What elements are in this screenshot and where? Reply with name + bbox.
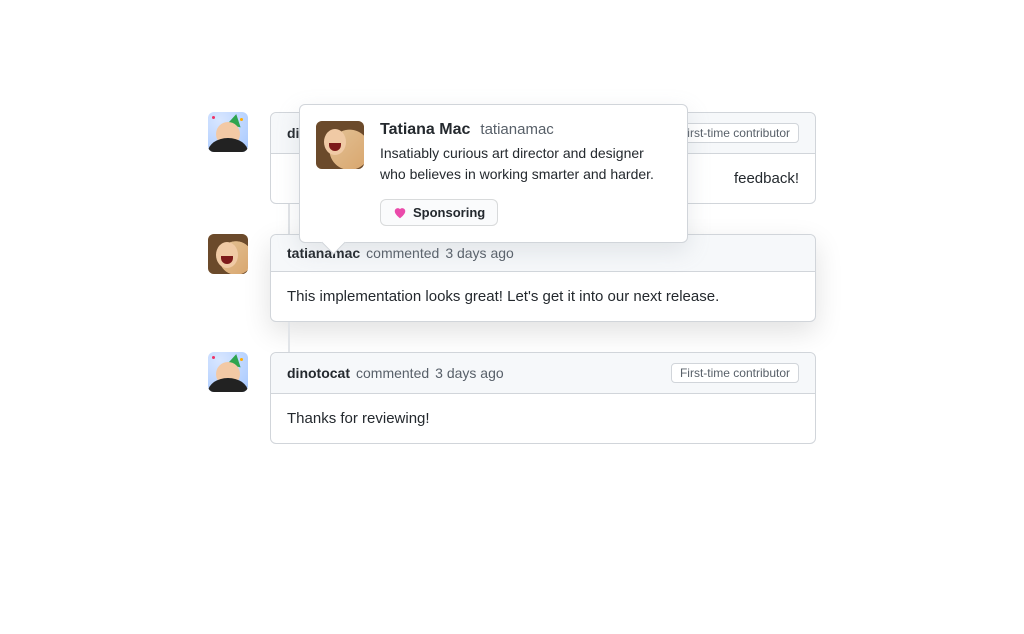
comment-time[interactable]: 3 days ago: [435, 365, 504, 381]
comment-body: Thanks for reviewing!: [271, 394, 815, 443]
comment-box: dinotocat commented 3 days ago First-tim…: [270, 352, 816, 444]
avatar[interactable]: [208, 112, 248, 152]
sponsoring-button[interactable]: Sponsoring: [380, 199, 498, 226]
comment: dinotocat commented 3 days ago First-tim…: [208, 352, 816, 444]
comment-time[interactable]: 3 days ago: [445, 245, 514, 261]
comment-author[interactable]: dinotocat: [287, 365, 350, 381]
user-hovercard: Tatiana Mac tatianamac Insatiably curiou…: [299, 104, 688, 243]
hovercard-bio: Insatiably curious art director and desi…: [380, 143, 671, 185]
comment-body: This implementation looks great! Let's g…: [271, 272, 815, 321]
avatar[interactable]: [316, 121, 364, 169]
comment-action: commented: [356, 365, 429, 381]
heart-icon: [393, 206, 407, 220]
comment: tatianamac commented 3 days ago This imp…: [208, 234, 816, 322]
hovercard-login[interactable]: tatianamac: [480, 121, 553, 138]
timeline-connector: [270, 322, 816, 352]
comment-author[interactable]: tatianamac: [287, 245, 360, 261]
comment-box: tatianamac commented 3 days ago This imp…: [270, 234, 816, 322]
avatar[interactable]: [208, 234, 248, 274]
comment-header: dinotocat commented 3 days ago First-tim…: [271, 353, 815, 394]
contributor-badge: First-time contributor: [671, 123, 799, 143]
sponsoring-label: Sponsoring: [413, 205, 485, 220]
comment-action: commented: [366, 245, 439, 261]
avatar[interactable]: [208, 352, 248, 392]
hovercard-name[interactable]: Tatiana Mac: [380, 121, 470, 139]
contributor-badge: First-time contributor: [671, 363, 799, 383]
